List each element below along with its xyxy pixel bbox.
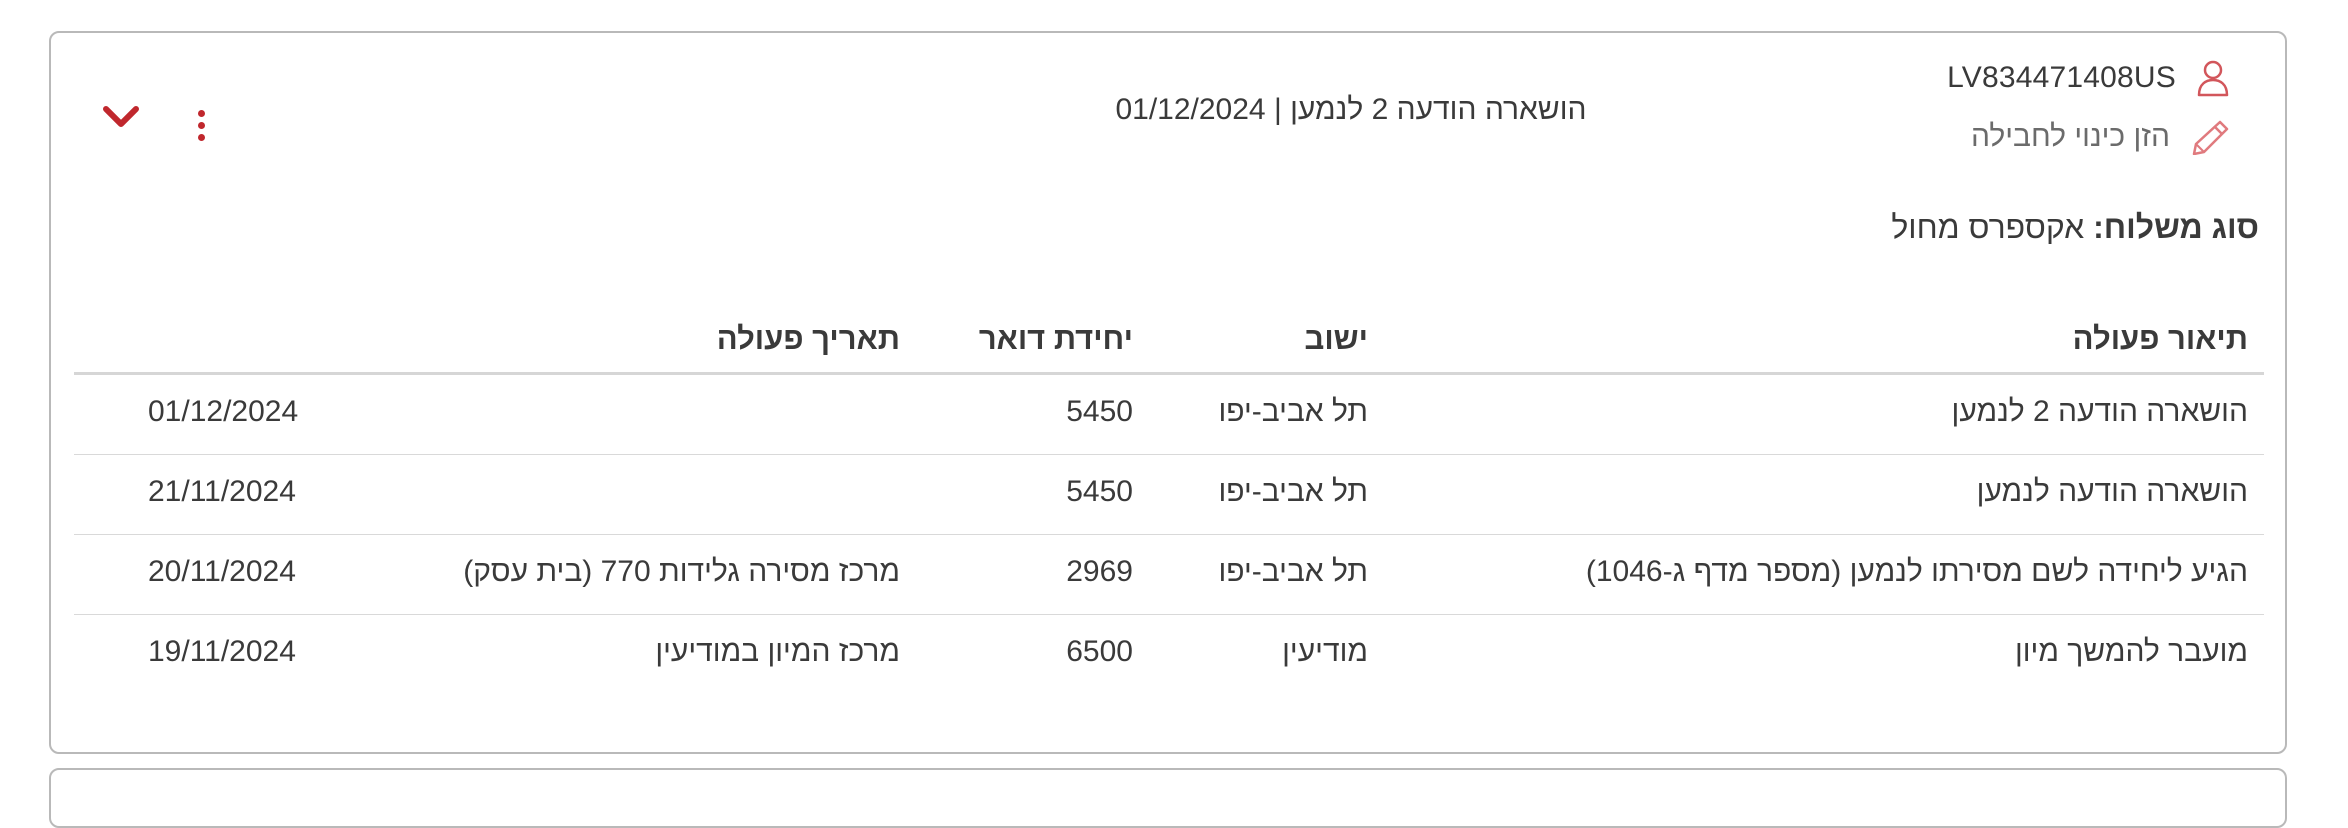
row-date: 20/11/2024 [148, 555, 296, 588]
tracking-header: LV834471408US [1947, 59, 2230, 97]
table-row: הושארה הודעה לנמען תל אביב-יפו 5450 21/1… [74, 455, 2264, 535]
header-postal-unit: יחידת דואר [978, 321, 1133, 356]
table-row: הגיע ליחידה לשם מסירתו לנמען (מספר מדף ג… [74, 535, 2264, 615]
user-icon [2196, 59, 2230, 97]
shipment-type-value: אקספרס מחול [1891, 209, 2085, 245]
row-description: הושארה הודעה 2 לנמען [1951, 395, 2248, 428]
table-row: הושארה הודעה 2 לנמען תל אביב-יפו 5450 01… [74, 375, 2264, 455]
shipment-type: סוג משלוח: אקספרס מחול [1891, 209, 2259, 246]
next-shipment-card [49, 768, 2287, 828]
row-unit-code: 6500 [1066, 635, 1133, 668]
row-date: 21/11/2024 [148, 475, 296, 508]
row-date: 19/11/2024 [148, 635, 296, 668]
chevron-down-icon[interactable] [103, 97, 139, 137]
tracking-table: תיאור פעולה ישוב יחידת דואר תאריך פעולה … [74, 303, 2264, 695]
shipment-card: LV834471408US הזן כינוי לחבילה הושארה הו… [49, 31, 2287, 754]
table-header: תיאור פעולה ישוב יחידת דואר תאריך פעולה [74, 303, 2264, 375]
row-description: מועבר להמשך מיון [2014, 635, 2248, 668]
pencil-icon[interactable] [2190, 119, 2230, 155]
row-date: 01/12/2024 [148, 395, 299, 428]
row-city: תל אביב-יפו [1218, 395, 1368, 428]
nickname-placeholder[interactable]: הזן כינוי לחבילה [1971, 120, 2170, 154]
row-description: הגיע ליחידה לשם מסירתו לנמען (מספר מדף ג… [1585, 555, 2248, 588]
row-unit-code: 5450 [1066, 395, 1133, 428]
header-city: ישוב [1304, 321, 1368, 356]
last-status: הושארה הודעה 2 לנמען | 01/12/2024 [1115, 93, 1587, 126]
nickname-edit[interactable]: הזן כינוי לחבילה [1971, 119, 2230, 155]
row-branch: מרכז המיון במודיעין [655, 635, 900, 668]
more-vertical-icon[interactable] [191, 101, 211, 149]
row-city: תל אביב-יפו [1218, 475, 1368, 508]
shipment-type-label: סוג משלוח: [2093, 209, 2259, 245]
row-description: הושארה הודעה לנמען [1976, 475, 2248, 508]
tracking-number: LV834471408US [1947, 61, 2176, 94]
row-unit-code: 5450 [1066, 475, 1133, 508]
row-city: תל אביב-יפו [1218, 555, 1368, 588]
table-row: מועבר להמשך מיון מודיעין 6500 מרכז המיון… [74, 615, 2264, 695]
row-branch: מרכז מסירה גלידות 770 (בית עסק) [463, 555, 900, 588]
row-city: מודיעין [1282, 635, 1368, 668]
header-date: תאריך פעולה [716, 321, 900, 356]
header-description: תיאור פעולה [2072, 321, 2248, 356]
row-unit-code: 2969 [1066, 555, 1133, 588]
